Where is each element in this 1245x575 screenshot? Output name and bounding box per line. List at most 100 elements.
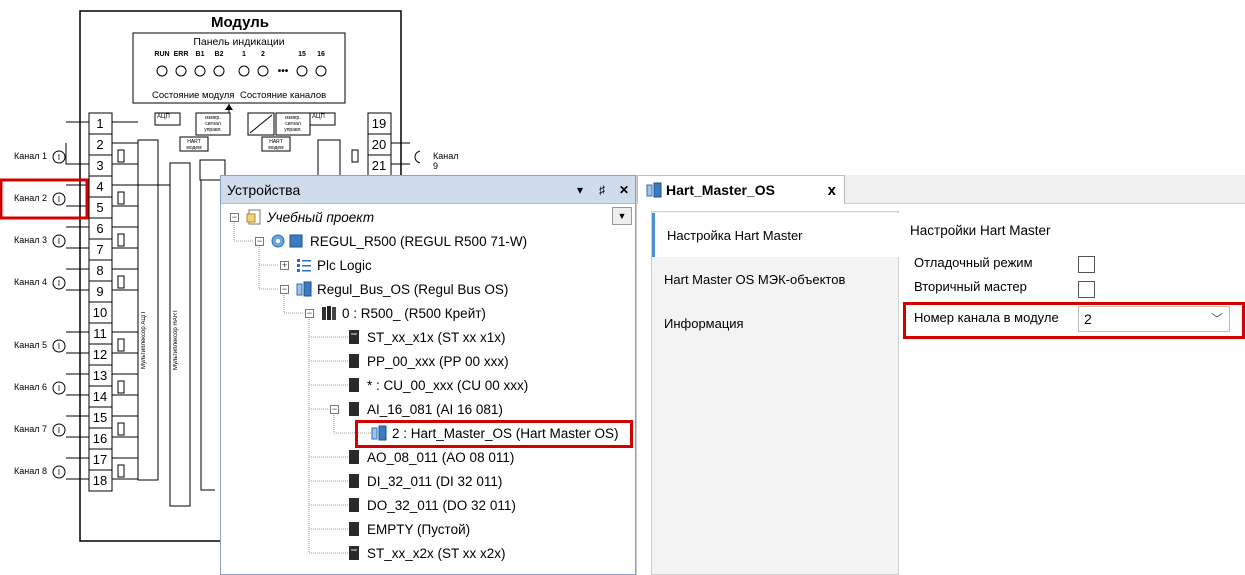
module-icon	[345, 520, 363, 538]
collapse-toggle[interactable]: −	[255, 237, 264, 246]
tree-node-module[interactable]: DI_32_011 (DI 32 011)	[345, 470, 502, 492]
tree-node-label: Regul_Bus_OS (Regul Bus OS)	[317, 281, 509, 297]
terminal-number: 21	[371, 158, 387, 173]
tab-hart-master-os[interactable]: Hart_Master_OS x	[637, 175, 845, 204]
channel-label: Канал 8	[14, 466, 47, 476]
svg-text:I: I	[58, 195, 60, 204]
collapse-toggle[interactable]: −	[230, 213, 239, 222]
tree-node-project[interactable]: Учебный проект	[245, 206, 374, 228]
tree-node-regul-bus[interactable]: Regul_Bus_OS (Regul Bus OS)	[295, 278, 508, 300]
channel-label: Канал 1	[14, 151, 47, 161]
collapse-toggle[interactable]: −	[280, 285, 289, 294]
mux-adc-label: Мультиплексор АЦП	[141, 311, 147, 369]
channel-label: Канал 3	[14, 235, 47, 245]
device-tree: − − + − − − ▼ Учебный проект REGUL_R500 …	[221, 205, 635, 574]
tab-close-icon[interactable]: x	[828, 182, 836, 199]
tree-node-module[interactable]: AI_16_081 (AI 16 081)	[345, 398, 503, 420]
terminal-number: 8	[96, 263, 104, 278]
pin-icon[interactable]: ♯	[591, 183, 613, 197]
terminal-number: 3	[96, 158, 104, 173]
tree-node-module[interactable]: PP_00_xxx (PP 00 xxx)	[345, 350, 509, 372]
tree-node-label: DI_32_011 (DI 32 011)	[367, 473, 503, 489]
svg-text:I: I	[58, 468, 60, 477]
hart-icon	[645, 181, 663, 202]
channel-state-label: Состояние каналов	[240, 90, 327, 101]
module-icon	[345, 496, 363, 514]
secondary-master-checkbox[interactable]	[1078, 281, 1095, 298]
adc-label-right: АЦП	[312, 114, 325, 120]
tree-node-module[interactable]: ST_xx_x2x (ST xx x2x)	[345, 542, 506, 564]
tree-node-label: PP_00_xxx (PP 00 xxx)	[367, 353, 509, 369]
terminal-number: 6	[96, 221, 104, 236]
hart-modem-label: HART модем	[186, 139, 202, 151]
tree-node-plc-logic[interactable]: Plc Logic	[295, 254, 372, 276]
collapse-toggle[interactable]: −	[330, 405, 339, 414]
tree-node-plc[interactable]: REGUL_R500 (REGUL R500 71-W)	[270, 230, 527, 252]
module-icon	[345, 328, 363, 346]
svg-text:I: I	[58, 342, 60, 351]
dropdown-arrow-icon[interactable]: ▾	[569, 183, 591, 197]
secondary-master-label: Вторичный мастер	[914, 279, 1027, 294]
channel-label-highlighted: Канал 2	[14, 193, 47, 203]
debug-mode-label: Отладочный режим	[914, 255, 1033, 270]
indicator-label: 16	[317, 51, 325, 58]
terminal-number: 15	[92, 410, 108, 425]
channel-label-right: Канал 9	[433, 151, 459, 171]
mux-hart-label: Мультиплексор HART	[173, 309, 179, 371]
tab-label: Hart_Master_OS	[666, 182, 775, 198]
nav-iec-objects[interactable]: Hart Master OS МЭК-объектов	[652, 257, 900, 301]
indicator-ellipsis: •••	[277, 66, 289, 77]
tree-node-module[interactable]: ST_xx_x1x (ST xx x1x)	[345, 326, 506, 348]
indicator-label: B1	[195, 51, 205, 58]
module-icon	[345, 448, 363, 466]
tree-node-module[interactable]: * : CU_00_xxx (CU 00 xxx)	[345, 374, 528, 396]
devices-panel-header: Устройства ▾ ♯ ✕	[221, 176, 635, 204]
indicator-label: 1	[242, 51, 246, 58]
svg-text:I: I	[58, 426, 60, 435]
module-icon	[345, 376, 363, 394]
terminal-number: 7	[96, 242, 104, 257]
terminal-number: 1	[96, 116, 104, 131]
svg-text:I: I	[58, 279, 60, 288]
tree-node-label: Plc Logic	[317, 257, 372, 273]
settings-title: Настройки Hart Master	[910, 223, 1051, 238]
terminal-number: 4	[96, 179, 104, 194]
devices-panel-title: Устройства	[227, 181, 301, 198]
tree-node-label: ST_xx_x1x (ST xx x1x)	[367, 329, 506, 345]
rack-icon	[320, 304, 338, 322]
terminal-number: 14	[92, 389, 108, 404]
nav-information[interactable]: Информация	[652, 301, 900, 345]
adc-label: АЦП	[157, 114, 170, 120]
module-title: Модуль	[210, 14, 270, 31]
terminal-number: 18	[92, 473, 108, 488]
tree-node-label: AO_08_011 (AO 08 011)	[367, 449, 515, 465]
tree-node-label: REGUL_R500 (REGUL R500 71-W)	[310, 233, 528, 249]
expand-toggle[interactable]: +	[280, 261, 289, 270]
tree-node-module[interactable]: DO_32_011 (DO 32 011)	[345, 494, 516, 516]
close-icon[interactable]: ✕	[613, 183, 635, 197]
indicator-label: ERR	[173, 51, 189, 58]
channel-label: Канал 6	[14, 382, 47, 392]
module-state-label: Состояние модуля	[152, 90, 235, 101]
tree-node-label: DO_32_011 (DO 32 011)	[367, 497, 516, 513]
module-icon	[345, 352, 363, 370]
settings-nav: Настройка Hart Master Hart Master OS МЭК…	[651, 211, 900, 575]
debug-mode-checkbox[interactable]	[1078, 256, 1095, 273]
signal-label-right: измер. сигнал управл.	[284, 115, 302, 133]
tree-dropdown-button[interactable]: ▼	[612, 207, 632, 225]
terminal-number: 12	[92, 347, 108, 362]
tree-node-label: AI_16_081 (AI 16 081)	[367, 401, 503, 417]
collapse-toggle[interactable]: −	[305, 309, 314, 318]
terminal-number: 10	[92, 305, 108, 320]
tree-node-rack[interactable]: 0 : R500_ (R500 Крейт)	[320, 302, 486, 324]
terminal-number: 9	[96, 284, 104, 299]
tree-node-module[interactable]: AO_08_011 (AO 08 011)	[345, 446, 514, 468]
indicator-label: RUN	[154, 51, 170, 58]
bus-icon	[295, 280, 313, 298]
tree-node-module[interactable]: EMPTY (Пустой)	[345, 518, 470, 540]
devices-panel: Устройства ▾ ♯ ✕ − − + − − − ▼ Учебный п…	[220, 175, 636, 575]
tree-node-label: EMPTY (Пустой)	[367, 521, 471, 537]
module-icon	[345, 544, 363, 562]
tree-node-label: ST_xx_x2x (ST xx x2x)	[367, 545, 506, 561]
nav-hart-master-settings[interactable]: Настройка Hart Master	[652, 213, 900, 257]
